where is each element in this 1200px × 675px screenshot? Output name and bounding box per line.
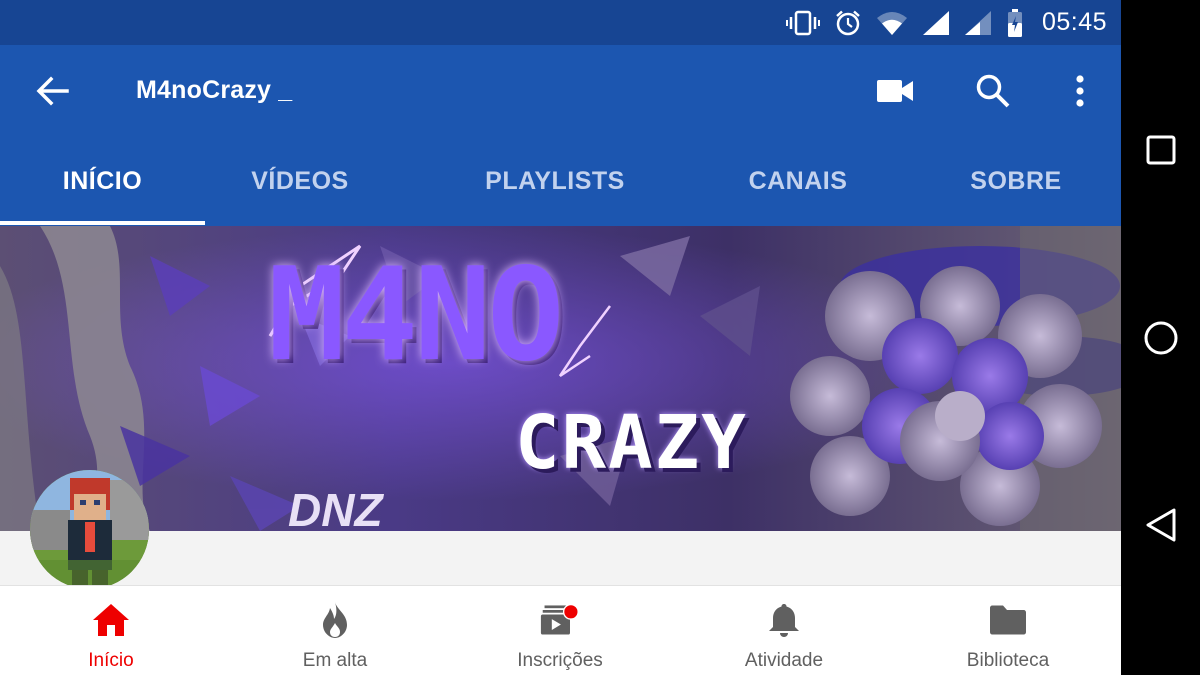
nav-label: Em alta bbox=[302, 650, 368, 671]
bottom-navigation: Início Em alta Inscrições Atividade Bibl… bbox=[0, 585, 1121, 675]
triangle-back-icon bbox=[1146, 508, 1176, 542]
vibrate-icon bbox=[785, 10, 820, 36]
video-camera-icon bbox=[877, 80, 913, 102]
search-button[interactable] bbox=[970, 68, 1016, 114]
battery-icon bbox=[1006, 8, 1024, 38]
more-vert-icon bbox=[1076, 75, 1084, 107]
nav-label: Início bbox=[88, 650, 134, 671]
alarm-icon bbox=[834, 9, 862, 37]
nav-label: Biblioteca bbox=[966, 650, 1050, 671]
bell-icon bbox=[764, 600, 804, 640]
banner-signature: DNZ bbox=[288, 484, 384, 531]
tab-inicio[interactable]: INÍCIO bbox=[0, 137, 205, 226]
wifi-icon bbox=[876, 10, 908, 36]
tab-videos[interactable]: VÍDEOS bbox=[205, 137, 395, 226]
flame-icon bbox=[315, 600, 355, 640]
channel-banner: DNZ M4NO CRAZY bbox=[0, 226, 1121, 531]
channel-info-area bbox=[0, 531, 1121, 585]
upload-video-button[interactable] bbox=[872, 68, 918, 114]
status-bar: 05:45 bbox=[0, 0, 1121, 45]
system-navigation-bar bbox=[1121, 0, 1200, 675]
more-options-button[interactable] bbox=[1057, 68, 1103, 114]
clock: 05:45 bbox=[1041, 8, 1107, 36]
signal-icon bbox=[922, 10, 950, 36]
home-icon bbox=[91, 600, 131, 640]
back-system-button[interactable] bbox=[1139, 503, 1183, 547]
nav-inicio[interactable]: Início bbox=[11, 586, 211, 675]
signal-icon-2 bbox=[964, 10, 992, 36]
channel-title: M4noCrazy _ bbox=[136, 76, 293, 104]
search-icon bbox=[976, 74, 1010, 108]
nav-em-alta[interactable]: Em alta bbox=[235, 586, 435, 675]
arrow-back-icon bbox=[36, 76, 69, 106]
app-bar: M4noCrazy _ bbox=[0, 45, 1121, 137]
youtube-channel-screen: 05:45 M4noCrazy _ INÍCIO VÍDEOS PLAYLIST… bbox=[0, 0, 1121, 675]
tab-canais[interactable]: CANAIS bbox=[705, 137, 891, 226]
nav-atividade[interactable]: Atividade bbox=[684, 586, 884, 675]
recents-button[interactable] bbox=[1139, 128, 1183, 172]
banner-logo-line1: M4NO bbox=[268, 241, 564, 390]
banner-logo-line2: CRAZY bbox=[515, 400, 748, 486]
circle-icon bbox=[1144, 321, 1178, 355]
nav-biblioteca[interactable]: Biblioteca bbox=[908, 586, 1108, 675]
tab-indicator bbox=[0, 221, 205, 225]
subscriptions-icon bbox=[540, 600, 580, 640]
square-icon bbox=[1146, 135, 1176, 165]
folder-icon bbox=[988, 600, 1028, 640]
avatar-image bbox=[30, 470, 149, 589]
channel-tabs: INÍCIO VÍDEOS PLAYLISTS CANAIS SOBRE bbox=[0, 137, 1121, 226]
nav-label: Atividade bbox=[744, 650, 824, 671]
nav-inscricoes[interactable]: Inscrições bbox=[460, 586, 660, 675]
home-button[interactable] bbox=[1139, 316, 1183, 360]
tab-sobre[interactable]: SOBRE bbox=[930, 137, 1102, 226]
nav-label: Inscrições bbox=[517, 650, 603, 671]
back-button[interactable] bbox=[30, 73, 74, 109]
tab-playlists[interactable]: PLAYLISTS bbox=[445, 137, 665, 226]
channel-avatar[interactable] bbox=[30, 470, 149, 589]
